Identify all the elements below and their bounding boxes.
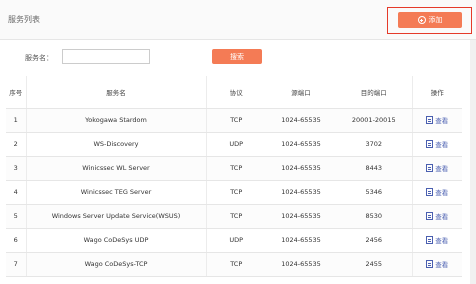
view-link[interactable]: 查看 bbox=[426, 259, 448, 269]
view-link[interactable]: 查看 bbox=[426, 211, 448, 221]
cell-protocol: UDP bbox=[206, 132, 266, 157]
view-link[interactable]: 查看 bbox=[426, 187, 448, 197]
cell-index: 4 bbox=[6, 180, 27, 205]
view-link[interactable]: 查看 bbox=[426, 115, 448, 125]
view-link[interactable]: 查看 bbox=[426, 163, 448, 173]
document-icon bbox=[426, 115, 434, 124]
service-table: 序号 服务名 协议 源端口 目的端口 操作 1 Yokogawa Stardom… bbox=[6, 76, 462, 277]
cell-src-port: 1024-65535 bbox=[266, 156, 336, 181]
cell-index: 3 bbox=[6, 156, 27, 181]
search-bar: 服务名： 搜索 bbox=[0, 46, 476, 70]
cell-protocol: TCP bbox=[206, 156, 266, 181]
column-header-name: 服务名 bbox=[26, 76, 207, 109]
table-row: 7 Wago CoDeSys-TCP TCP 1024-65535 2455 查… bbox=[6, 252, 462, 277]
cell-index: 6 bbox=[6, 228, 27, 253]
cell-dst-port: 20001-20015 bbox=[336, 108, 413, 133]
document-icon bbox=[426, 259, 434, 268]
table-row: 2 WS-Discovery UDP 1024-65535 3702 查看 bbox=[6, 132, 462, 157]
add-button-label: 添加 bbox=[428, 16, 443, 24]
cell-name: WS-Discovery bbox=[26, 132, 207, 157]
view-link[interactable]: 查看 bbox=[426, 235, 448, 245]
cell-action: 查看 bbox=[412, 132, 462, 157]
table-header-row: 序号 服务名 协议 源端口 目的端口 操作 bbox=[6, 76, 462, 109]
cell-src-port: 1024-65535 bbox=[266, 252, 336, 277]
document-icon bbox=[426, 139, 434, 148]
cell-action: 查看 bbox=[412, 228, 462, 253]
column-header-index: 序号 bbox=[6, 76, 27, 109]
column-header-protocol: 协议 bbox=[206, 76, 266, 109]
vertical-scrollbar[interactable] bbox=[470, 40, 476, 284]
document-icon bbox=[426, 163, 434, 172]
service-list-panel: 服务列表 添加 服务名： 搜索 序号 服务名 协议 源端口 目的端口 操作 1 bbox=[0, 0, 476, 284]
cell-dst-port: 8443 bbox=[336, 156, 413, 181]
cell-name: Wago CoDeSys UDP bbox=[26, 228, 207, 253]
cell-src-port: 1024-65535 bbox=[266, 204, 336, 229]
cell-dst-port: 2455 bbox=[336, 252, 413, 277]
search-label: 服务名： bbox=[25, 54, 53, 62]
page-title: 服务列表 bbox=[8, 15, 40, 24]
search-button[interactable]: 搜索 bbox=[212, 49, 262, 64]
table-row: 3 Winicssec WL Server TCP 1024-65535 844… bbox=[6, 156, 462, 181]
column-header-action: 操作 bbox=[412, 76, 462, 109]
table-row: 4 Winicssec TEG Server TCP 1024-65535 53… bbox=[6, 180, 462, 205]
view-label: 查看 bbox=[435, 188, 449, 197]
cell-name: Yokogawa Stardom bbox=[26, 108, 207, 133]
cell-dst-port: 8530 bbox=[336, 204, 413, 229]
cell-src-port: 1024-65535 bbox=[266, 132, 336, 157]
view-label: 查看 bbox=[435, 212, 449, 221]
add-button[interactable]: 添加 bbox=[398, 12, 462, 28]
cell-dst-port: 5346 bbox=[336, 180, 413, 205]
column-header-dst-port: 目的端口 bbox=[336, 76, 413, 109]
service-name-input[interactable] bbox=[62, 49, 150, 64]
view-label: 查看 bbox=[435, 260, 449, 269]
cell-protocol: UDP bbox=[206, 228, 266, 253]
cell-protocol: TCP bbox=[206, 252, 266, 277]
cell-action: 查看 bbox=[412, 180, 462, 205]
add-button-highlight: 添加 bbox=[387, 7, 472, 34]
cell-index: 2 bbox=[6, 132, 27, 157]
cell-action: 查看 bbox=[412, 252, 462, 277]
cell-protocol: TCP bbox=[206, 180, 266, 205]
cell-protocol: TCP bbox=[206, 108, 266, 133]
cell-src-port: 1024-65535 bbox=[266, 228, 336, 253]
table-row: 6 Wago CoDeSys UDP UDP 1024-65535 2456 查… bbox=[6, 228, 462, 253]
cell-src-port: 1024-65535 bbox=[266, 108, 336, 133]
document-icon bbox=[426, 235, 434, 244]
document-icon bbox=[426, 187, 434, 196]
cell-index: 1 bbox=[6, 108, 27, 133]
plus-circle-icon bbox=[417, 16, 426, 24]
cell-index: 5 bbox=[6, 204, 27, 229]
view-label: 查看 bbox=[435, 140, 449, 149]
document-icon bbox=[426, 211, 434, 220]
view-label: 查看 bbox=[435, 116, 449, 125]
cell-name: Winicssec TEG Server bbox=[26, 180, 207, 205]
table-row: 1 Yokogawa Stardom TCP 1024-65535 20001-… bbox=[6, 108, 462, 133]
cell-action: 查看 bbox=[412, 108, 462, 133]
panel-header: 服务列表 添加 bbox=[0, 0, 476, 40]
cell-dst-port: 3702 bbox=[336, 132, 413, 157]
table-row: 5 Windows Server Update Service(WSUS) TC… bbox=[6, 204, 462, 229]
cell-name: Wago CoDeSys-TCP bbox=[26, 252, 207, 277]
view-link[interactable]: 查看 bbox=[426, 139, 448, 149]
cell-index: 7 bbox=[6, 252, 27, 277]
view-label: 查看 bbox=[435, 236, 449, 245]
cell-dst-port: 2456 bbox=[336, 228, 413, 253]
column-header-src-port: 源端口 bbox=[266, 76, 336, 109]
cell-name: Windows Server Update Service(WSUS) bbox=[26, 204, 207, 229]
cell-name: Winicssec WL Server bbox=[26, 156, 207, 181]
view-label: 查看 bbox=[435, 164, 449, 173]
cell-action: 查看 bbox=[412, 156, 462, 181]
cell-action: 查看 bbox=[412, 204, 462, 229]
cell-protocol: TCP bbox=[206, 204, 266, 229]
cell-src-port: 1024-65535 bbox=[266, 180, 336, 205]
